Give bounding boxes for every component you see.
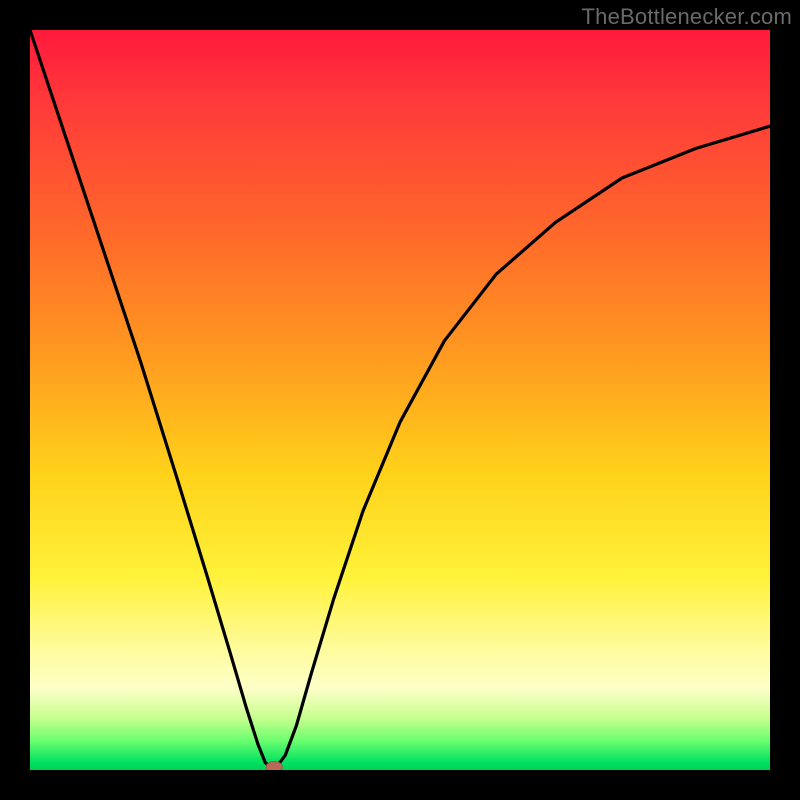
attribution-label: TheBottlenecker.com [582,4,792,30]
chart-frame: TheBottlenecker.com [0,0,800,800]
curve-layer [30,30,770,770]
bottleneck-curve [30,30,770,770]
optimal-marker [266,762,282,771]
plot-area [30,30,770,770]
